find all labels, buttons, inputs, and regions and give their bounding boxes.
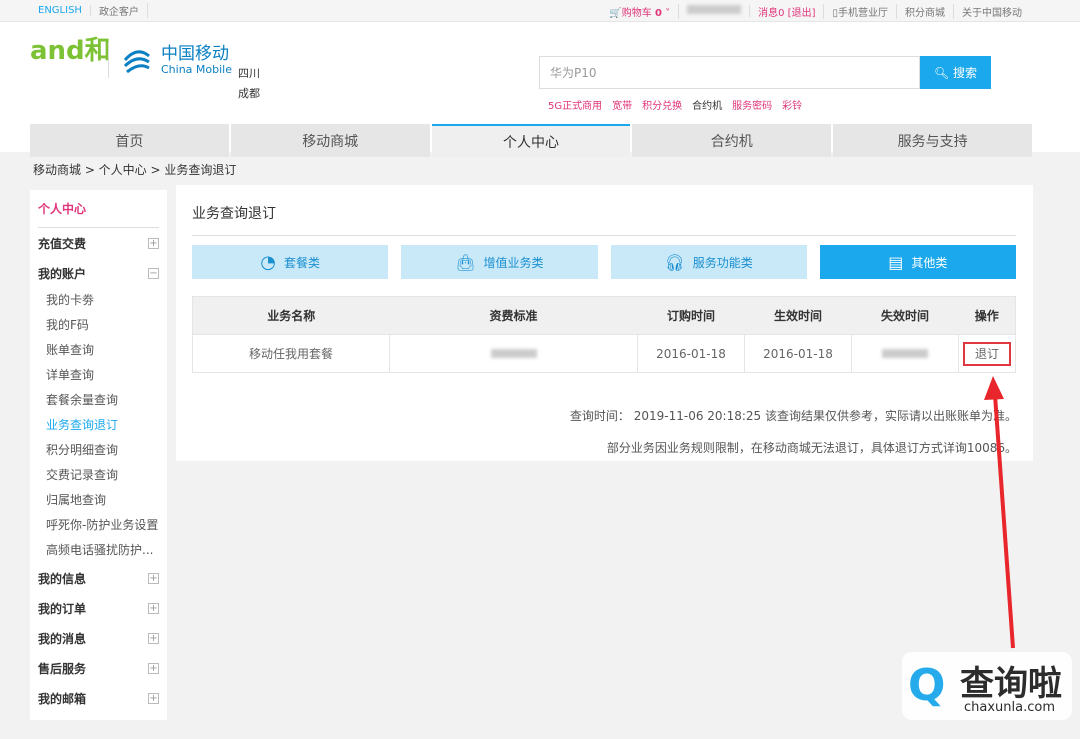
red-arrow-annotation: [984, 376, 1015, 649]
watermark-url: chaxunla.com: [964, 700, 1055, 715]
watermark: Q 查询啦 chaxunla.com: [902, 652, 1072, 720]
watermark-q-icon: Q: [908, 660, 946, 711]
watermark-name: 查询啦: [960, 664, 1062, 704]
